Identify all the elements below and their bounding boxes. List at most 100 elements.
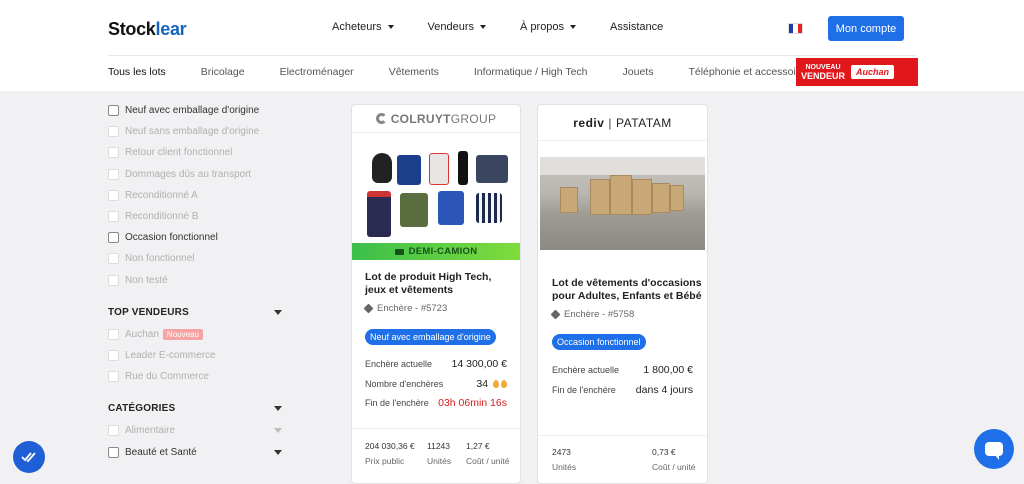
pallet-box xyxy=(670,185,684,211)
nav-a-propos[interactable]: À propos xyxy=(520,21,577,33)
lot-size-label: DEMI-CAMION xyxy=(408,246,478,257)
checkbox xyxy=(108,189,119,201)
chat-bubble-icon xyxy=(985,442,1003,460)
checkbox[interactable] xyxy=(108,232,119,244)
lot-size-band: DEMI-CAMION xyxy=(352,243,520,260)
promo-line1: NOUVEAU xyxy=(805,64,841,71)
pallet-box xyxy=(560,187,578,213)
nav-acheteurs[interactable]: Acheteurs xyxy=(332,21,394,33)
mouse-image xyxy=(372,153,392,183)
checkbox xyxy=(108,328,119,340)
cat-bricolage[interactable]: Bricolage xyxy=(201,66,245,78)
lot-title[interactable]: Lot de produit High Tech, jeux et vêteme… xyxy=(365,271,515,297)
filter-category[interactable]: Beauté et Santé xyxy=(108,441,288,462)
section-title: CATÉGORIES xyxy=(108,403,176,415)
current-bid-label: Enchère actuelle xyxy=(365,359,433,369)
countdown-timer: 03h 06min 16s xyxy=(438,397,507,409)
filter-condition: Non testé xyxy=(108,270,288,291)
warehouse-ceiling xyxy=(540,157,705,175)
cat-electromenager[interactable]: Electroménager xyxy=(280,66,354,78)
cat-informatique[interactable]: Informatique / High Tech xyxy=(474,66,588,78)
filter-label: Leader E-commerce xyxy=(125,349,216,361)
lot-card[interactable]: rediv | PATATAM Lot de vêtements d'occasio… xyxy=(537,104,708,484)
end-label: Fin de l'enchère xyxy=(365,398,429,408)
vendor-name: COLRUYT xyxy=(390,111,451,126)
cat-tous-les-lots[interactable]: Tous les lots xyxy=(108,66,166,78)
game-cover-image xyxy=(400,193,428,227)
top-vendors-toggle[interactable]: TOP VENDEURS xyxy=(108,307,282,318)
lot-ref-text: Enchère - #5758 xyxy=(564,309,635,320)
controller-image xyxy=(476,155,508,183)
lot-title[interactable]: Lot de vêtements d'occasions pour Adulte… xyxy=(552,277,702,303)
cat-jouets[interactable]: Jouets xyxy=(623,66,654,78)
card-divider xyxy=(538,435,707,436)
filter-vendor: Leader E-commerce xyxy=(108,345,288,366)
double-check-icon xyxy=(21,452,36,463)
lot-ref: Enchère - #5758 xyxy=(550,309,635,320)
lot-card[interactable]: COLRUYTGROUP DEMI-CAMION Lot de produit … xyxy=(351,104,521,484)
checkbox xyxy=(108,425,119,437)
filter-condition: Retour client fonctionnel xyxy=(108,142,288,163)
filter-condition: Reconditionné A xyxy=(108,185,288,206)
filter-category: Alimentaire xyxy=(108,420,288,441)
nav-label: À propos xyxy=(520,21,565,33)
filter-condition: Non fonctionnel xyxy=(108,248,288,269)
site-logo[interactable]: Stocklear xyxy=(108,19,187,40)
cat-vetements[interactable]: Vêtements xyxy=(389,66,439,78)
shorts-image xyxy=(476,193,502,223)
checkbox xyxy=(108,126,119,138)
promo-banner-auchan[interactable]: NOUVEAU VENDEUR Auchan xyxy=(796,58,918,86)
chevron-down-icon xyxy=(387,25,394,29)
vendor-header: COLRUYTGROUP xyxy=(352,105,520,133)
checkbox xyxy=(108,349,119,361)
vendor-header: rediv | PATATAM xyxy=(538,105,707,141)
bids-count-value: 34 xyxy=(476,378,489,390)
public-price-value: 204 030,36 € xyxy=(365,441,415,451)
checkbox xyxy=(108,211,119,223)
section-title: TOP VENDEURS xyxy=(108,306,189,318)
nav-vendeurs[interactable]: Vendeurs xyxy=(428,21,487,33)
fire-icon xyxy=(501,380,507,388)
colruyt-logo-icon xyxy=(375,112,387,124)
checkbox xyxy=(108,253,119,265)
filter-vendor-auchan: Auchan Nouveau xyxy=(108,324,288,345)
lot-image[interactable] xyxy=(352,133,520,243)
checkbox[interactable] xyxy=(108,105,119,117)
box-image xyxy=(429,153,449,185)
filter-label: Reconditionné A xyxy=(125,189,198,201)
pallet-box xyxy=(610,175,632,215)
warehouse-image[interactable] xyxy=(540,157,705,250)
vendor-name-light: GROUP xyxy=(450,111,497,126)
vendor-name-light: PATATAM xyxy=(616,115,672,130)
french-flag-icon[interactable] xyxy=(788,23,803,34)
vendor-logo: COLRUYTGROUP xyxy=(375,111,497,126)
categories-toggle[interactable]: CATÉGORIES xyxy=(108,403,282,414)
current-bid-label: Enchère actuelle xyxy=(552,365,620,375)
logo-text: Stock xyxy=(108,19,156,39)
pallet-box xyxy=(652,183,670,213)
kids-tshirt-image xyxy=(438,191,464,225)
filter-vendor: Rue du Commerce xyxy=(108,366,288,387)
nav-assistance[interactable]: Assistance xyxy=(610,21,663,33)
chat-fab[interactable] xyxy=(974,429,1014,469)
filter-condition[interactable]: Neuf avec emballage d'origine xyxy=(108,100,288,121)
checkbox[interactable] xyxy=(108,446,119,458)
units-value: 2473 xyxy=(552,447,571,457)
category-nav: Tous les lots Bricolage Electroménager V… xyxy=(108,66,845,78)
filter-condition[interactable]: Occasion fonctionnel xyxy=(108,227,288,248)
filter-label: Non testé xyxy=(125,274,168,286)
flag-stripe xyxy=(797,24,802,33)
chevron-down-icon[interactable] xyxy=(274,449,282,455)
current-bid-value: 1 800,00 € xyxy=(643,364,693,376)
auchan-logo: Auchan xyxy=(851,65,895,79)
filter-condition: Neuf sans emballage d'origine xyxy=(108,121,288,142)
public-price-label: Prix public xyxy=(365,456,405,466)
checklist-fab[interactable] xyxy=(13,441,45,473)
chevron-down-icon xyxy=(274,406,282,412)
account-button[interactable]: Mon compte xyxy=(828,16,904,41)
gavel-icon xyxy=(550,309,561,320)
filters-sidebar: Neuf avec emballage d'origine Neuf sans … xyxy=(108,100,288,463)
unit-cost-label: Coût / unité xyxy=(466,456,510,466)
cat-telephonie[interactable]: Téléphonie et accessoires xyxy=(688,66,810,78)
filter-label: Occasion fonctionnel xyxy=(125,232,218,244)
